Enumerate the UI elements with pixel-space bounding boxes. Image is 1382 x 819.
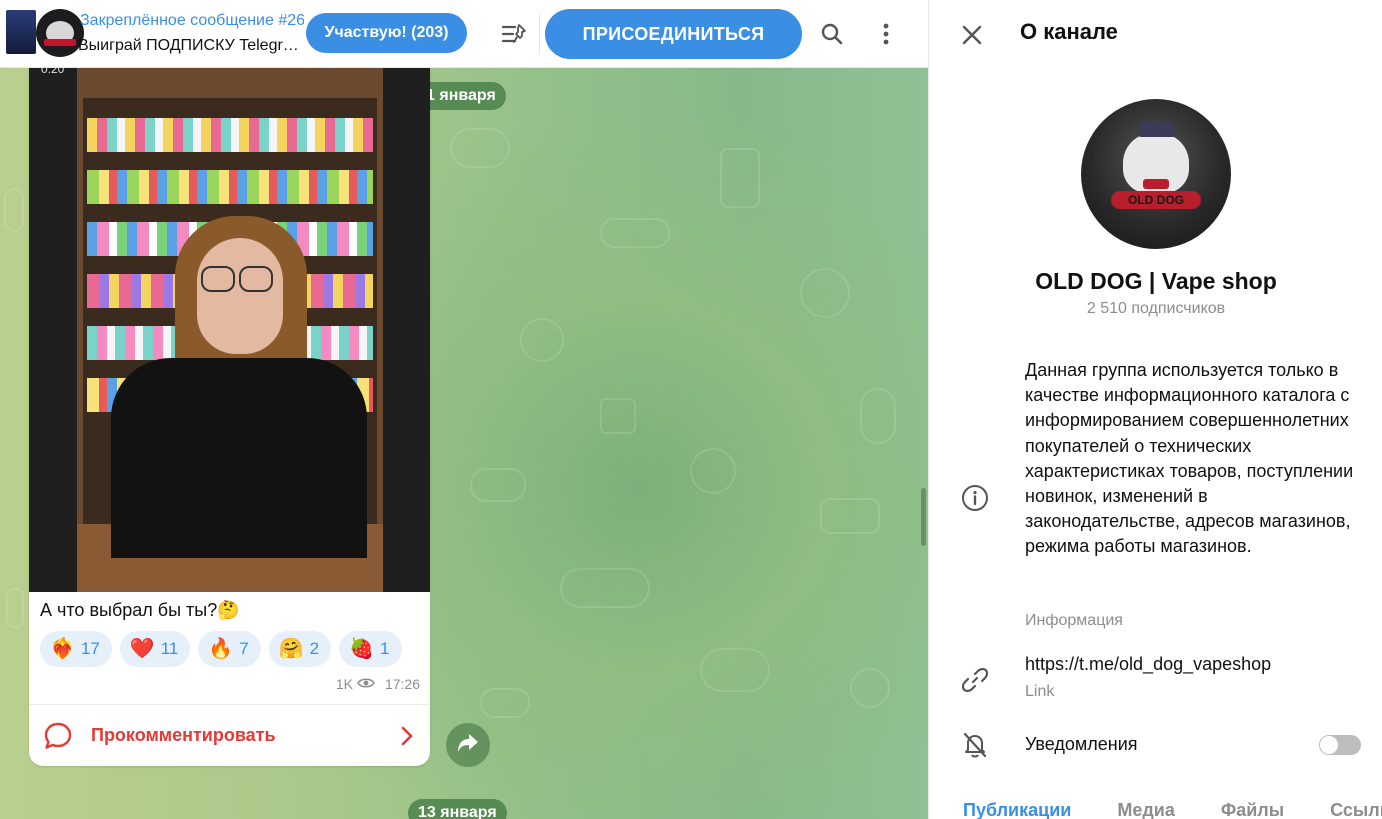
video-duration: 0:20: [41, 68, 65, 76]
panel-tabs: Публикации Медиа Файлы Ссылки: [963, 800, 1382, 819]
forward-button[interactable]: [446, 723, 490, 767]
channel-avatar-large[interactable]: OLD DOG: [1081, 99, 1231, 249]
reaction-count: 1: [380, 639, 390, 658]
view-count: 1K: [335, 676, 353, 692]
heart-icon: ❤️: [129, 638, 155, 660]
strawberry-icon: 🍓: [349, 638, 375, 660]
fire-icon: 🔥: [208, 638, 234, 660]
search-icon[interactable]: [816, 18, 848, 50]
notifications-label: Уведомления: [1025, 734, 1138, 754]
comment-button[interactable]: Прокомментировать: [29, 705, 430, 766]
pinned-list-icon[interactable]: [498, 20, 530, 48]
reaction-count: 2: [309, 639, 320, 658]
reaction-heart-on-fire[interactable]: ❤️‍🔥 17: [40, 631, 112, 667]
panel-title: О канале: [1020, 19, 1118, 44]
link-icon: [961, 666, 989, 699]
chat-header: Закреплённое сообщение #26 Выиграй ПОДПИ…: [0, 0, 928, 68]
bell-off-icon: [961, 731, 989, 764]
header-divider: [539, 14, 540, 54]
more-icon[interactable]: [870, 18, 902, 50]
eye-icon: [357, 676, 375, 692]
channel-link[interactable]: https://t.me/old_dog_vapeshop: [1025, 654, 1271, 675]
post-time: 17:26: [384, 676, 420, 692]
info-icon: [961, 484, 989, 517]
reaction-fire[interactable]: 🔥 7: [198, 631, 261, 667]
close-icon[interactable]: [959, 22, 985, 48]
participate-button[interactable]: Участвую! (203): [306, 13, 467, 53]
link-caption: Link: [1025, 683, 1055, 700]
scrollbar[interactable]: [921, 488, 926, 546]
channel-avatar[interactable]: [36, 9, 84, 57]
channel-name: OLD DOG | Vape shop: [1035, 268, 1277, 294]
hugging-face-icon: 🤗: [278, 638, 304, 660]
comment-icon: [43, 721, 73, 756]
reactions-bar: ❤️‍🔥 17 ❤️ 11 🔥 7 🤗 2 🍓 1: [40, 631, 402, 667]
channel-post: 0:20 А что выбрал бы ты?🤔 ❤️‍🔥 17 ❤️ 11 …: [29, 68, 430, 766]
forward-icon: [456, 732, 480, 759]
avatar-logo-text: OLD DOG: [1111, 191, 1201, 209]
tab-links[interactable]: Ссылки: [1330, 800, 1382, 819]
chevron-right-icon: [401, 726, 413, 751]
subscriber-count: 2 510 подписчиков: [1086, 300, 1226, 317]
pinned-message-title[interactable]: Закреплённое сообщение #26: [80, 12, 304, 30]
reaction-hug[interactable]: 🤗 2: [268, 631, 332, 667]
comment-label: Прокомментировать: [91, 725, 276, 745]
post-text: А что выбрал бы ты?🤔: [40, 600, 240, 620]
tab-media[interactable]: Медиа: [1117, 800, 1175, 819]
tab-publications[interactable]: Публикации: [963, 800, 1071, 819]
toggle-knob: [1320, 736, 1338, 754]
reaction-count: 11: [160, 639, 179, 658]
join-button[interactable]: ПРИСОЕДИНИТЬСЯ: [545, 9, 802, 59]
pinned-thumbnail[interactable]: [6, 10, 36, 54]
heart-on-fire-icon: ❤️‍🔥: [50, 638, 75, 660]
pinned-message-text[interactable]: Выиграй ПОДПИСКУ Telegram Premium: [78, 37, 300, 55]
channel-info-panel: О канале OLD DOG OLD DOG | Vape shop 2 5…: [928, 0, 1382, 819]
reaction-strawberry[interactable]: 🍓 1: [339, 631, 402, 667]
description-caption: Информация: [1025, 612, 1123, 629]
reaction-heart[interactable]: ❤️ 11: [119, 631, 191, 667]
post-video[interactable]: 0:20: [29, 68, 430, 592]
post-meta: 1K 17:26: [336, 676, 420, 692]
reaction-count: 7: [239, 639, 249, 658]
date-separator: 13 января: [408, 799, 507, 819]
channel-description: Данная группа используется только в каче…: [1025, 360, 1354, 557]
chat-area: Закреплённое сообщение #26 Выиграй ПОДПИ…: [0, 0, 928, 819]
tab-files[interactable]: Файлы: [1221, 800, 1284, 819]
reaction-count: 17: [80, 639, 100, 658]
notifications-toggle[interactable]: [1319, 735, 1361, 755]
